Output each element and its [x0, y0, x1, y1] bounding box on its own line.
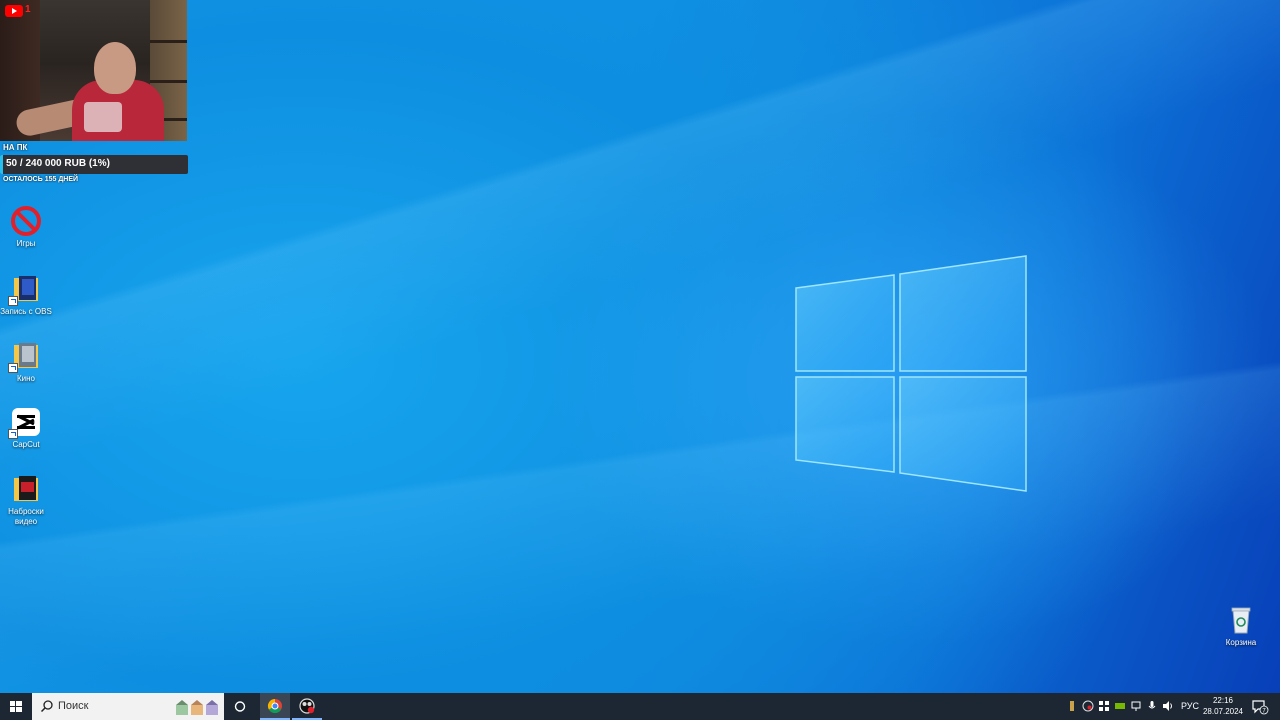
capcut-icon	[8, 406, 42, 439]
folder-shortcut-icon	[8, 273, 42, 306]
desktop-icon-label: CapCut	[12, 440, 40, 449]
search-icon	[40, 700, 53, 713]
clock-time: 22:16	[1212, 696, 1234, 705]
nvidia-icon[interactable]	[1114, 700, 1126, 712]
network-icon[interactable]	[1130, 700, 1142, 712]
notification-icon: 7	[1252, 700, 1269, 715]
clock[interactable]: 22:16 28.07.2024	[1198, 695, 1248, 717]
taskbar: Поиск РУС 22:16 28.07.2024 7	[0, 693, 1280, 720]
notification-center-button[interactable]: 7	[1251, 698, 1269, 716]
desktop-icon-recycle-bin[interactable]: Корзина	[1215, 604, 1267, 648]
app-tray-icon[interactable]	[1066, 700, 1078, 712]
microphone-icon[interactable]	[1146, 700, 1158, 712]
goal-progress-bar: 50 / 240 000 RUB (1%)	[0, 155, 188, 174]
search-highlight-icon	[176, 700, 218, 715]
desktop-icon-obs-recordings[interactable]: Запись с OBS	[0, 273, 52, 317]
desktop-icon-capcut[interactable]: CapCut	[0, 406, 52, 450]
start-button[interactable]	[0, 693, 32, 720]
language-indicator[interactable]: РУС	[1181, 701, 1199, 711]
youtube-icon	[5, 5, 23, 17]
windows-logo-wallpaper	[795, 255, 1027, 492]
desktop-icon-label: Корзина	[1225, 638, 1257, 647]
recycle-bin-icon	[1225, 604, 1257, 636]
settings-tray-icon[interactable]	[1098, 700, 1110, 712]
task-view-button[interactable]	[228, 693, 252, 720]
desktop-icon-label: Игры	[16, 239, 36, 248]
desktop-icon-games[interactable]: Игры	[0, 205, 52, 249]
obs-tray-icon[interactable]	[1082, 700, 1094, 712]
folder-shortcut-icon	[8, 340, 42, 373]
desktop-icon-label: Кино	[17, 374, 35, 383]
chrome-icon	[267, 698, 282, 714]
webcam-overlay: 1	[0, 0, 187, 141]
search-placeholder: Поиск	[58, 700, 89, 712]
desktop-icon-label: Наброски видео	[8, 507, 44, 526]
obs-icon	[299, 698, 315, 714]
no-entry-icon	[10, 205, 42, 237]
clock-date: 28.07.2024	[1202, 707, 1244, 716]
desktop-icon-video-drafts[interactable]: Наброски видео	[0, 473, 52, 527]
goal-progress-fill	[0, 155, 3, 174]
desktop-icon-movies[interactable]: Кино	[0, 340, 52, 384]
youtube-count: 1	[25, 4, 31, 15]
folder-icon	[10, 473, 42, 505]
cortana-icon	[234, 701, 246, 712]
volume-icon[interactable]	[1162, 700, 1174, 712]
goal-title: НА ПК	[3, 143, 28, 152]
desktop-icon-label: Запись с OBS	[0, 307, 52, 316]
taskbar-app-chrome[interactable]	[260, 693, 290, 720]
desktop[interactable]: 1 НА ПК 50 / 240 000 RUB (1%) ОСТАЛОСЬ 1…	[0, 0, 1280, 693]
goal-remaining-text: ОСТАЛОСЬ 155 ДНЕЙ	[3, 176, 79, 183]
taskbar-app-obs[interactable]	[292, 693, 322, 720]
windows-icon	[10, 701, 22, 712]
goal-progress-text: 50 / 240 000 RUB (1%)	[6, 158, 110, 169]
wallpaper-light-beam-lower	[0, 0, 1280, 693]
